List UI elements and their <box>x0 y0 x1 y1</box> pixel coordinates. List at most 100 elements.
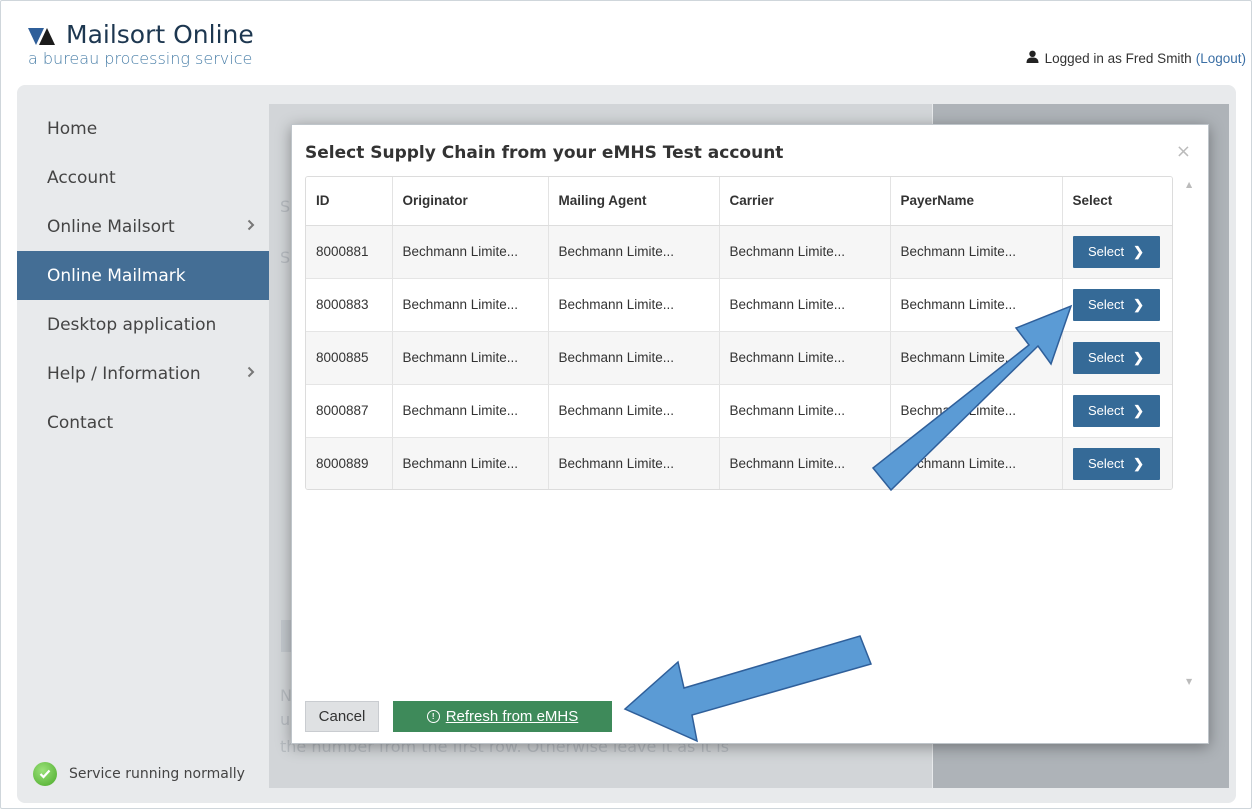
close-icon[interactable]: × <box>1176 141 1191 162</box>
cell-payer-name: Bechmann Limite... <box>890 384 1063 438</box>
supply-chain-table: ID Originator Mailing Agent Carrier Paye… <box>305 176 1173 490</box>
cell-id: 8000885 <box>306 331 393 385</box>
cell-payer-name: Bechmann Limite... <box>890 437 1063 489</box>
service-status: Service running normally <box>33 762 245 786</box>
cell-mailing-agent: Bechmann Limite... <box>548 384 720 438</box>
sidebar-item-online-mailmark[interactable]: Online Mailmark <box>17 251 269 300</box>
sidebar-item-label: Account <box>47 167 116 188</box>
sidebar-item-label: Online Mailsort <box>47 216 175 237</box>
logo-triangles-icon <box>28 26 64 48</box>
login-info: Logged in as Fred Smith (Logout) <box>1026 50 1246 66</box>
cancel-button[interactable]: Cancel <box>305 701 379 732</box>
chevron-right-icon <box>247 366 255 382</box>
select-button-label: Select <box>1087 456 1125 471</box>
cell-originator: Bechmann Limite... <box>392 225 549 279</box>
refresh-icon: ! <box>426 710 440 723</box>
supply-chain-modal: Select Supply Chain from your eMHS Test … <box>291 124 1209 744</box>
cell-select: Select ❯ <box>1062 225 1172 279</box>
logged-in-text: Logged in as Fred Smith <box>1044 50 1192 66</box>
cell-payer-name: Bechmann Limite... <box>890 225 1063 279</box>
logo-subtitle: a bureau processing service <box>28 49 253 68</box>
cell-originator: Bechmann Limite... <box>392 437 549 489</box>
refresh-button-label: Refresh from eMHS <box>445 708 579 725</box>
cell-select: Select ❯ <box>1062 331 1172 385</box>
select-button[interactable]: Select ❯ <box>1072 394 1160 427</box>
user-icon <box>1026 50 1039 66</box>
column-header-originator: Originator <box>392 177 549 226</box>
cell-id: 8000889 <box>306 437 393 489</box>
cell-mailing-agent: Bechmann Limite... <box>548 331 720 385</box>
cell-originator: Bechmann Limite... <box>392 278 549 332</box>
chevron-right-icon: ❯ <box>1133 349 1145 365</box>
background-text-fragment: S <box>280 248 291 267</box>
table-row: 8000885 Bechmann Limite... Bechmann Limi… <box>306 331 1172 385</box>
sidebar-item-label: Help / Information <box>47 363 201 384</box>
chevron-right-icon: ❯ <box>1133 402 1145 418</box>
select-button-label: Select <box>1087 350 1125 365</box>
cell-payer-name: Bechmann Limite... <box>890 278 1063 332</box>
select-button[interactable]: Select ❯ <box>1072 235 1160 268</box>
cell-carrier: Bechmann Limite... <box>719 225 891 279</box>
table-row: 8000889 Bechmann Limite... Bechmann Limi… <box>306 437 1172 489</box>
logout-link[interactable]: (Logout) <box>1196 51 1246 66</box>
table-header-row: ID Originator Mailing Agent Carrier Paye… <box>306 177 1172 226</box>
logo-title: Mailsort Online <box>28 22 254 48</box>
sidebar-item-online-mailsort[interactable]: Online Mailsort <box>17 202 269 251</box>
scroll-up-icon[interactable]: ▲ <box>1186 180 1192 189</box>
column-header-id: ID <box>306 177 393 226</box>
sidebar-item-label: Contact <box>47 412 114 433</box>
column-header-payer-name: PayerName <box>890 177 1063 226</box>
sidebar-item-account[interactable]: Account <box>17 153 269 202</box>
sidebar: Home Account Online Mailsort Online Mail… <box>17 104 269 447</box>
cell-mailing-agent: Bechmann Limite... <box>548 437 720 489</box>
chevron-right-icon: ❯ <box>1133 243 1145 259</box>
select-button[interactable]: Select ❯ <box>1072 288 1160 321</box>
cell-payer-name: Bechmann Limite... <box>890 331 1063 385</box>
cell-originator: Bechmann Limite... <box>392 331 549 385</box>
table-row: 8000887 Bechmann Limite... Bechmann Limi… <box>306 384 1172 438</box>
chevron-right-icon: ❯ <box>1133 455 1145 471</box>
cell-mailing-agent: Bechmann Limite... <box>548 225 720 279</box>
sidebar-item-label: Online Mailmark <box>47 265 186 286</box>
logo-title-text: Mailsort Online <box>66 20 254 49</box>
sidebar-item-help-information[interactable]: Help / Information <box>17 349 269 398</box>
select-button[interactable]: Select ❯ <box>1072 447 1160 480</box>
column-header-mailing-agent: Mailing Agent <box>548 177 720 226</box>
background-text-fragment: S <box>280 197 291 216</box>
sidebar-item-label: Desktop application <box>47 314 217 335</box>
select-button-label: Select <box>1087 244 1125 259</box>
cell-carrier: Bechmann Limite... <box>719 331 891 385</box>
cell-carrier: Bechmann Limite... <box>719 278 891 332</box>
cell-select: Select ❯ <box>1062 437 1172 489</box>
check-circle-icon <box>33 762 57 786</box>
table-row: 8000883 Bechmann Limite... Bechmann Limi… <box>306 278 1172 332</box>
sidebar-item-label: Home <box>47 118 98 139</box>
cell-id: 8000883 <box>306 278 393 332</box>
cell-select: Select ❯ <box>1062 278 1172 332</box>
sidebar-item-contact[interactable]: Contact <box>17 398 269 447</box>
cell-mailing-agent: Bechmann Limite... <box>548 278 720 332</box>
table-row: 8000881 Bechmann Limite... Bechmann Limi… <box>306 225 1172 279</box>
app-logo[interactable]: Mailsort Online a bureau processing serv… <box>28 22 254 68</box>
refresh-from-emhs-button[interactable]: ! Refresh from eMHS <box>393 701 612 732</box>
cell-originator: Bechmann Limite... <box>392 384 549 438</box>
scroll-down-icon[interactable]: ▼ <box>1186 677 1192 686</box>
cell-carrier: Bechmann Limite... <box>719 437 891 489</box>
select-button-label: Select <box>1087 403 1125 418</box>
background-text-fragment: u <box>280 710 291 729</box>
select-button[interactable]: Select ❯ <box>1072 341 1160 374</box>
cell-id: 8000881 <box>306 225 393 279</box>
column-header-carrier: Carrier <box>719 177 891 226</box>
chevron-right-icon: ❯ <box>1133 296 1145 312</box>
column-header-select: Select <box>1062 177 1172 226</box>
cell-id: 8000887 <box>306 384 393 438</box>
modal-scrollbar[interactable]: ▲ ▼ <box>1182 177 1199 689</box>
cell-select: Select ❯ <box>1062 384 1172 438</box>
status-text: Service running normally <box>69 766 245 782</box>
select-button-label: Select <box>1087 297 1125 312</box>
cell-carrier: Bechmann Limite... <box>719 384 891 438</box>
sidebar-item-home[interactable]: Home <box>17 104 269 153</box>
modal-title: Select Supply Chain from your eMHS Test … <box>305 143 784 163</box>
sidebar-item-desktop-application[interactable]: Desktop application <box>17 300 269 349</box>
chevron-right-icon <box>247 219 255 235</box>
